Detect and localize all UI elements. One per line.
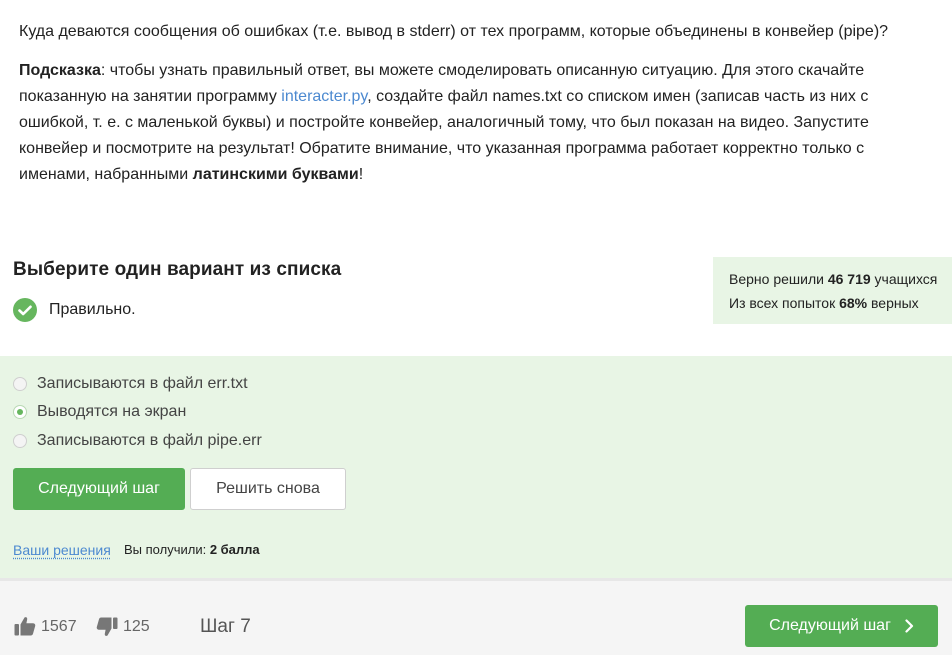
solved-stat: Верно решили 46 719 учащихся	[729, 267, 952, 291]
hint-text: Подсказка: чтобы узнать правильный ответ…	[19, 58, 929, 188]
option-3[interactable]: Записываются в файл pipe.err	[13, 432, 262, 450]
solved-prefix: Верно решили	[729, 271, 828, 287]
your-solutions-link[interactable]: Ваши решения	[13, 542, 111, 558]
footer-next-step-button[interactable]: Следующий шаг	[745, 605, 938, 647]
result-row: Правильно.	[13, 298, 136, 322]
interacter-link[interactable]: interacter.py	[281, 88, 367, 105]
dislikes-count: 125	[123, 618, 150, 635]
hint-end: !	[358, 166, 364, 183]
score-prefix: Вы получили:	[124, 542, 210, 557]
likes-count: 1567	[41, 618, 77, 635]
attempts-percent: 68%	[839, 295, 868, 311]
radio-icon[interactable]	[13, 377, 27, 391]
result-label: Правильно.	[49, 301, 136, 318]
chevron-right-icon	[905, 619, 914, 633]
score-value: 2 балла	[209, 542, 260, 557]
hint-label: Подсказка	[19, 62, 101, 79]
score-text: Вы получили: 2 балла	[124, 542, 260, 557]
thumbs-up-icon[interactable]	[14, 616, 36, 641]
option-label: Записываются в файл pipe.err	[37, 432, 262, 449]
step-label: Шаг 7	[200, 616, 251, 637]
question-text: Куда деваются сообщения об ошибках (т.е.…	[19, 23, 889, 40]
option-label: Выводятся на экран	[37, 403, 187, 420]
attempts-prefix: Из всех попыток	[729, 295, 840, 311]
attempts-suffix: верных	[867, 295, 919, 311]
question-block: Куда деваются сообщения об ошибках (т.е.…	[19, 19, 929, 201]
quiz-title: Выберите один вариант из списка	[13, 259, 342, 280]
solved-suffix: учащихся	[870, 271, 938, 287]
hint-bold: латинскими буквами	[192, 166, 359, 183]
check-circle-icon	[13, 298, 37, 322]
solved-count: 46 719	[827, 271, 871, 287]
thumbs-down-icon[interactable]	[96, 617, 118, 642]
next-step-button[interactable]: Следующий шаг	[13, 468, 185, 510]
attempts-stat: Из всех попыток 68% верных	[729, 291, 952, 315]
answers-panel: Записываются в файл err.txt Выводятся на…	[0, 356, 952, 578]
footer-next-label: Следующий шаг	[769, 617, 891, 634]
stats-panel: Верно решили 46 719 учащихся Из всех поп…	[713, 257, 952, 324]
retry-button[interactable]: Решить снова	[190, 468, 346, 510]
footer-bar: 1567 125 Шаг 7 Следующий шаг	[0, 578, 952, 655]
option-1[interactable]: Записываются в файл err.txt	[13, 375, 248, 393]
radio-icon[interactable]	[13, 405, 27, 419]
radio-icon[interactable]	[13, 434, 27, 448]
option-label: Записываются в файл err.txt	[37, 375, 248, 392]
option-2[interactable]: Выводятся на экран	[13, 403, 186, 421]
